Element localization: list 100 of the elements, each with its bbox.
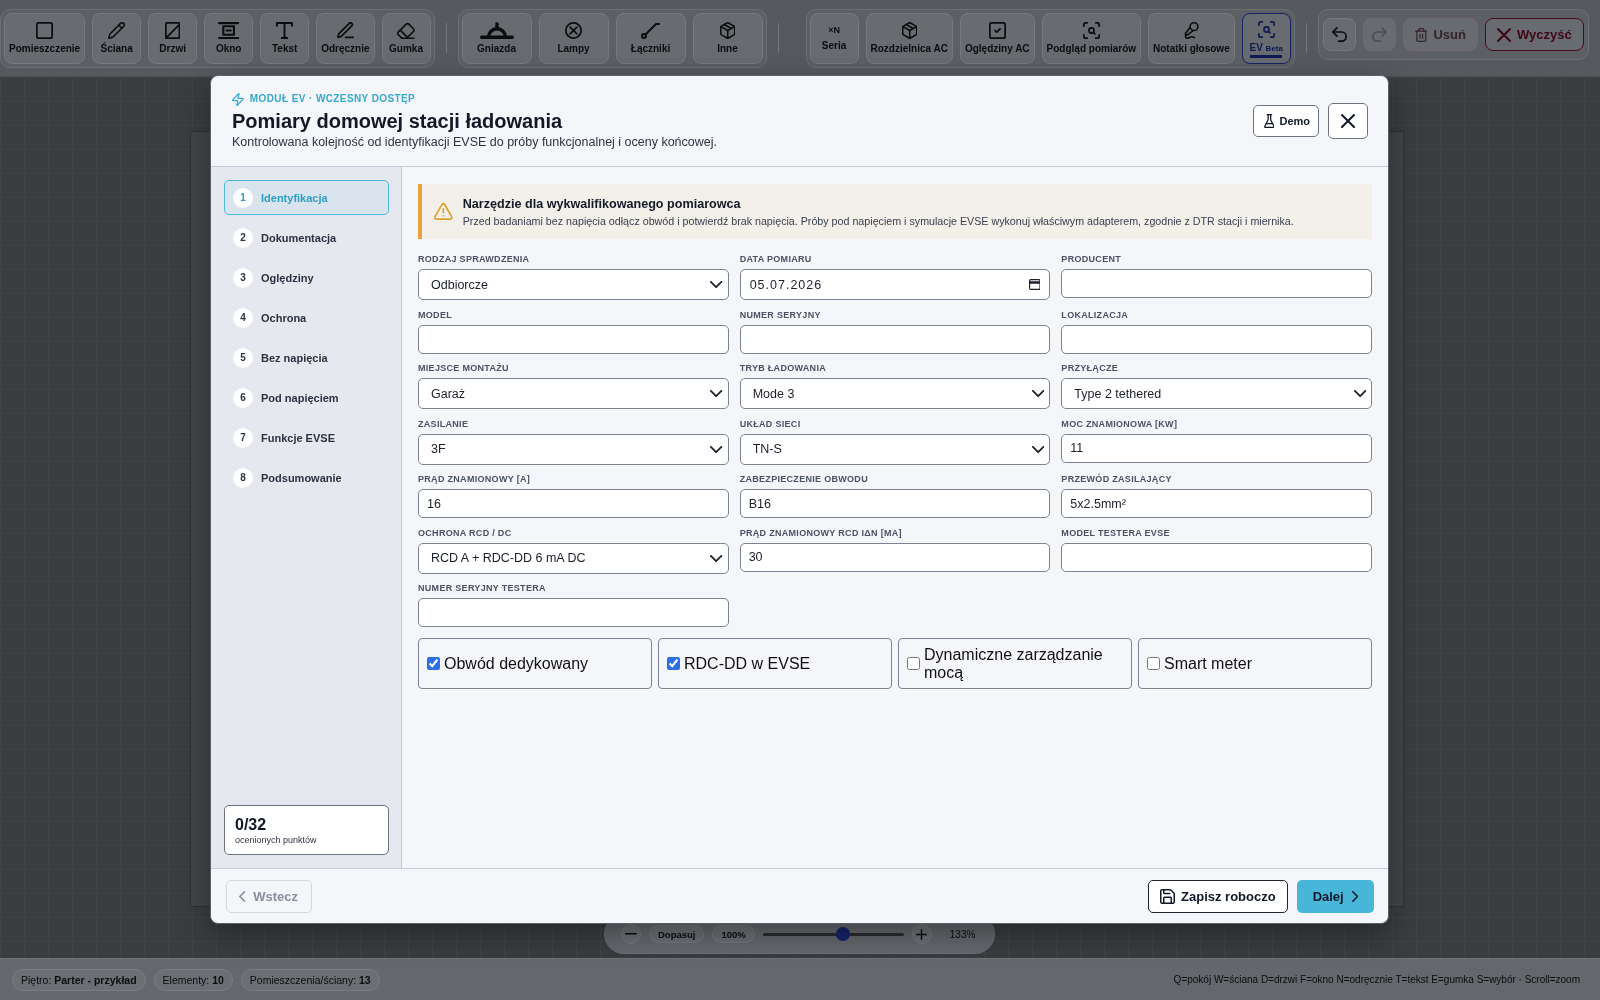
text-field[interactable] — [1061, 269, 1372, 298]
step-number: 1 — [233, 187, 253, 208]
status-item: Pomieszczenia/ściany: 13 — [240, 968, 380, 991]
dialog-title: Pomiary domowej stacji ładowania — [232, 109, 564, 134]
chevron-down-icon — [1032, 390, 1045, 397]
text-field[interactable]: B16 — [739, 489, 1051, 518]
chevron-down-icon — [1032, 445, 1045, 453]
dropdown[interactable]: TN-S — [739, 433, 1051, 465]
step-tab[interactable]: 7 Funkcje EVSE — [224, 420, 389, 455]
checkbox-option[interactable]: Dynamiczne zarządzanie mocą — [898, 638, 1132, 689]
scan-search-icon — [1257, 21, 1275, 38]
text-field[interactable] — [1061, 542, 1372, 572]
checkbox-option[interactable]: RDC-DD w EVSE — [658, 638, 892, 689]
chevron-down-icon — [710, 281, 723, 288]
tool-button[interactable]: Notatki głosowe — [1148, 12, 1235, 64]
field-label: NUMER SERYJNY TESTERA — [418, 582, 546, 594]
chevron-right-icon — [1351, 890, 1358, 902]
field-label: PRZEWÓD ZASILAJĄCY — [1061, 473, 1172, 485]
dropdown[interactable]: Type 2 tethered — [1061, 378, 1372, 409]
tool-button[interactable]: Odręcznie — [316, 12, 375, 64]
zoom-out-button[interactable] — [621, 924, 641, 944]
score-caption: ocenionych punktów — [235, 834, 317, 846]
minus-icon — [625, 933, 637, 935]
tool-button[interactable]: Podgląd pomiarów — [1041, 12, 1142, 64]
step-number: 6 — [233, 387, 253, 408]
text-field[interactable] — [739, 324, 1051, 354]
checkbox-option[interactable]: Smart meter — [1138, 638, 1372, 689]
undo-icon — [1331, 27, 1347, 42]
tool-button[interactable]: ×N Seria — [809, 12, 859, 64]
dropdown[interactable]: RCD A + RDC-DD 6 mA DC — [418, 542, 729, 574]
tool-button[interactable]: Drzwi — [148, 12, 198, 64]
step-tab[interactable]: 6 Pod napięciem — [224, 380, 389, 415]
tool-button[interactable]: Rozdzielnica AC — [865, 12, 953, 64]
calendar-icon — [1028, 279, 1041, 290]
tool-button[interactable]: Okno — [204, 12, 254, 64]
date-field[interactable]: 05.07.2026 — [739, 269, 1051, 300]
text-field[interactable]: 5x2.5mm² — [1061, 489, 1372, 518]
step-tab[interactable]: 5 Bez napięcia — [224, 340, 389, 375]
dialog-subtitle: Kontrolowana kolejność od identyfikacji EVSE do próby funkcjonalnej i oceny końcowej. — [232, 134, 717, 150]
tool-button[interactable]: Pomieszczenie — [4, 12, 86, 64]
checkbox[interactable] — [1147, 657, 1160, 670]
step-tab[interactable]: 8 Podsumowanie — [224, 460, 389, 495]
demo-button[interactable]: Demo — [1252, 105, 1319, 137]
slider-thumb[interactable] — [836, 926, 851, 941]
checkbox-option[interactable]: Obwód dedykowany — [418, 638, 652, 689]
close-button[interactable] — [1328, 103, 1368, 139]
step-tab[interactable]: 4 Ochrona — [224, 300, 389, 335]
text-field[interactable]: 11 — [1061, 433, 1372, 463]
box-icon — [719, 21, 736, 39]
checkbox[interactable] — [667, 657, 680, 670]
zoom-reading: 133% — [949, 928, 976, 940]
step-number: 5 — [233, 347, 253, 368]
scan-search-icon — [1082, 21, 1100, 39]
trash-icon — [1414, 27, 1428, 42]
step-number: 2 — [233, 227, 253, 248]
text-field[interactable] — [1061, 324, 1372, 354]
lightning-icon — [232, 92, 244, 106]
save-draft-button[interactable]: Zapisz roboczo — [1148, 879, 1288, 913]
status-item: Piętro: Parter - przykład — [12, 968, 146, 991]
step-number: 7 — [233, 427, 253, 448]
tool-button[interactable]: Lampy — [538, 12, 609, 64]
chevron-down-icon — [710, 390, 723, 397]
dropdown[interactable]: Garaż — [418, 378, 729, 409]
socket-icon — [479, 21, 514, 39]
field-label: ZABEZPIECZENIE OBWODU — [739, 473, 868, 485]
text-field[interactable] — [418, 598, 729, 627]
square-icon — [36, 21, 54, 39]
undo-button[interactable] — [1322, 18, 1356, 51]
tool-button[interactable]: Oględziny AC — [959, 12, 1035, 64]
warning-title: Narzędzie dla wykwalifikowanego pomiarowca — [462, 195, 742, 212]
dropdown[interactable]: 3F — [418, 433, 729, 465]
step-tab[interactable]: 3 Oględziny — [224, 260, 389, 295]
step-tab[interactable]: 2 Dokumentacja — [224, 220, 389, 255]
redo-icon — [1371, 27, 1387, 42]
text-field[interactable] — [418, 324, 729, 354]
tool-button[interactable]: Tekst — [260, 12, 310, 64]
plus-icon — [916, 928, 928, 940]
field-label: LOKALIZACJA — [1061, 308, 1129, 321]
module-label: MODUŁ EV · WCZESNY DOSTĘP — [249, 92, 416, 106]
tool-button[interactable]: Łączniki — [615, 12, 686, 64]
text-icon — [276, 21, 294, 39]
tool-button[interactable]: Gumka — [381, 12, 431, 64]
zoom-in-button[interactable] — [911, 924, 932, 944]
text-field[interactable]: 16 — [418, 489, 729, 518]
chevron-down-icon — [710, 445, 723, 453]
checkbox[interactable] — [427, 657, 440, 670]
checkbox[interactable] — [907, 657, 920, 670]
switch-icon — [641, 21, 660, 39]
tool-button[interactable]: Gniazda — [461, 12, 532, 64]
tool-button[interactable]: Inne — [692, 12, 763, 64]
field-label: ZASILANIE — [418, 417, 469, 430]
field-label: UKŁAD SIECI — [739, 417, 801, 430]
tool-button[interactable]: Ściana — [92, 12, 142, 64]
text-field[interactable]: 30 — [739, 542, 1051, 572]
door-icon — [165, 21, 181, 39]
field-label: PRZYŁĄCZE — [1061, 362, 1119, 374]
dropdown[interactable]: Mode 3 — [739, 378, 1051, 409]
next-button[interactable]: Dalej — [1296, 879, 1374, 913]
microphone-icon — [1184, 21, 1199, 39]
dropdown[interactable]: Odbiorcze — [418, 269, 729, 300]
